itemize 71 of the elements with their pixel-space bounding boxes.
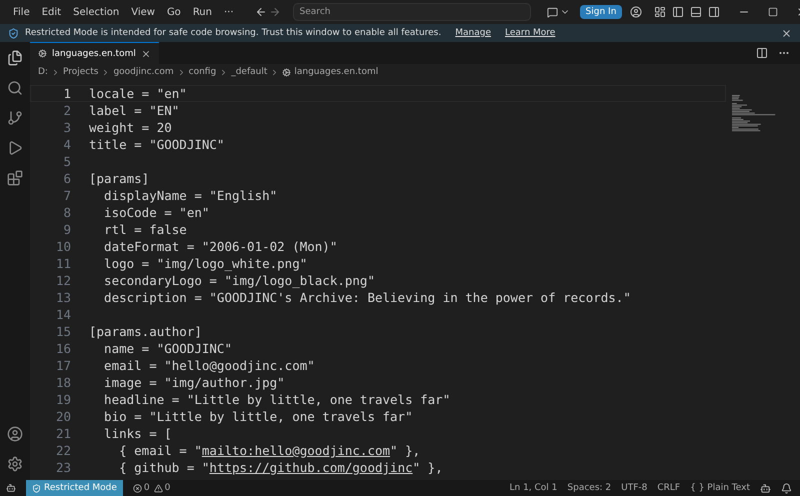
code-line: logo = "img/logo_white.png"	[103, 256, 308, 271]
status-item[interactable]: Spaces: 2	[567, 483, 612, 493]
line-number: 19	[54, 392, 72, 407]
code-line: email = "hello@goodjinc.com"	[103, 358, 315, 373]
breadcrumb-item[interactable]: _default	[231, 67, 268, 77]
line-number: 18	[54, 375, 72, 390]
sign-in-button[interactable]: Sign In	[580, 5, 622, 19]
menu-item[interactable]: View	[126, 6, 160, 18]
code-line: title = "GOODJINC"	[89, 137, 224, 152]
breadcrumb-item[interactable]: Projects	[62, 67, 98, 77]
menu-item[interactable]: Go	[162, 6, 186, 18]
line-number: 14	[54, 307, 72, 322]
code-line: [params.author]	[89, 324, 202, 339]
code-line: name = "GOODJINC"	[103, 341, 232, 356]
code-line: description = "GOODJINC's Archive: Believing in the power of records."	[103, 290, 631, 305]
line-number: 12	[54, 273, 72, 288]
code-line: headline = "Little by little, one travels far"	[103, 392, 450, 407]
code-line: { github = "https://github.com/goodjinc" },	[118, 460, 443, 475]
line-number: 7	[62, 188, 72, 203]
status-item[interactable]: UTF-8	[621, 483, 648, 493]
line-number: 4	[62, 137, 72, 152]
code-line: rtl = false	[103, 222, 187, 237]
breadcrumb-item[interactable]: languages.en.toml	[294, 67, 378, 77]
status-item[interactable]: Ln 1, Col 1	[509, 483, 558, 493]
breadcrumb-item[interactable]: D:	[38, 67, 48, 77]
line-number: 23	[54, 460, 72, 475]
breadcrumb-item[interactable]: config	[188, 67, 216, 77]
line-number: 10	[54, 239, 72, 254]
line-number: 20	[54, 409, 72, 424]
banner-link[interactable]: Manage	[455, 28, 491, 38]
code-line: label = "EN"	[89, 103, 180, 118]
code-line: locale = "en"	[89, 86, 187, 101]
line-number: 1	[62, 86, 72, 101]
editor-tab[interactable]: languages.en.toml	[30, 42, 159, 64]
search-field[interactable]: Search	[292, 3, 531, 21]
menu-item[interactable]: Edit	[36, 6, 66, 18]
warning-count[interactable]: 0	[164, 483, 170, 493]
line-number: 17	[54, 358, 72, 373]
breadcrumb-item[interactable]: goodjinc.com	[113, 67, 174, 77]
restricted-mode-button[interactable]: Restricted Mode	[26, 480, 123, 496]
line-number: 16	[54, 341, 72, 356]
code-line: isoCode = "en"	[103, 205, 210, 220]
code-line: { email = "mailto:hello@goodjinc.com" },	[118, 443, 420, 458]
line-number: 15	[54, 324, 72, 339]
menu-item[interactable]: File	[8, 6, 35, 18]
line-number: 3	[62, 120, 72, 135]
line-number: 11	[54, 256, 72, 271]
line-number: 2	[62, 103, 72, 118]
status-item[interactable]: CRLF	[657, 483, 680, 493]
code-line: image = "img/author.jpg"	[103, 375, 285, 390]
error-count[interactable]: 0	[144, 483, 150, 493]
status-item[interactable]: { } Plain Text	[690, 483, 750, 493]
code-line: displayName = "English"	[103, 188, 278, 203]
line-number: 5	[62, 154, 72, 169]
line-number: 21	[54, 426, 72, 441]
code-line: [params]	[89, 171, 150, 186]
banner-message: Restricted Mode is intended for safe code browsing. Trust this window to enable all features.	[25, 28, 442, 38]
line-number: 8	[62, 205, 72, 220]
code-line: dateFormat = "2006-01-02 (Mon)"	[103, 239, 338, 254]
line-number: 22	[54, 443, 72, 458]
menu-item[interactable]: Run	[188, 6, 217, 18]
code-line: bio = "Little by little, one travels far"	[103, 409, 413, 424]
line-number: 6	[62, 171, 72, 186]
line-number: 9	[62, 222, 72, 237]
menu-item[interactable]: ···	[219, 6, 239, 18]
banner-link[interactable]: Learn More	[505, 28, 556, 38]
line-number: 13	[54, 290, 72, 305]
code-line: secondaryLogo = "img/logo_black.png"	[103, 273, 375, 288]
code-line: links = [	[103, 426, 172, 441]
code-line: weight = 20	[89, 120, 172, 135]
menu-item[interactable]: Selection	[68, 6, 124, 18]
